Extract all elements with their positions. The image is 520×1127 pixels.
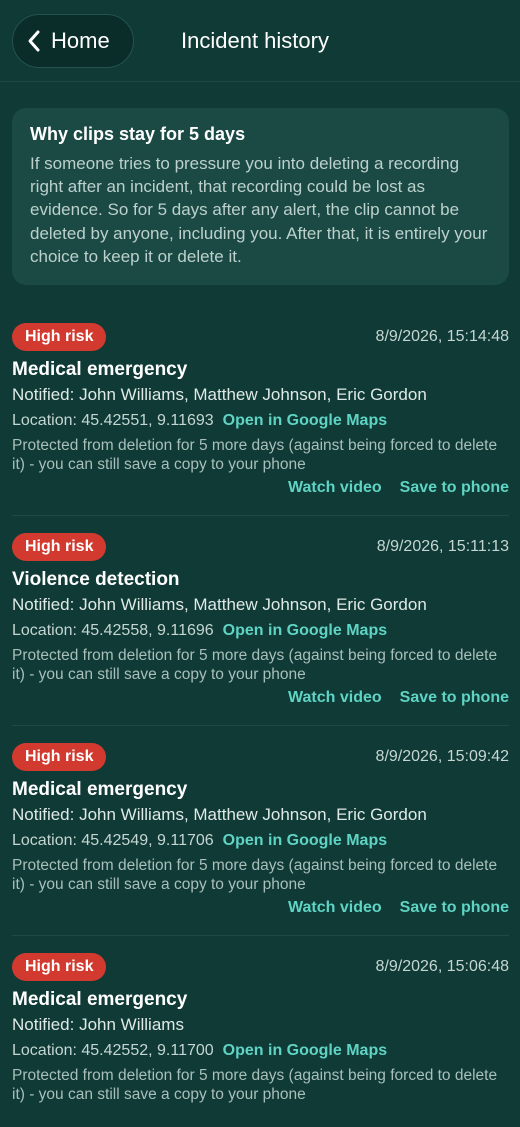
incident-location: Location: 45.42551, 9.11693 Open in Googl… <box>12 412 387 430</box>
page-title: Incident history <box>181 28 329 53</box>
incident-title: Violence detection <box>12 569 180 590</box>
open-in-maps-link[interactable]: Open in Google Maps <box>223 1042 387 1059</box>
incident-location: Location: 45.42552, 9.11700 Open in Googl… <box>12 1042 387 1060</box>
incident-location: Location: 45.42558, 9.11696 Open in Googl… <box>12 622 387 640</box>
incident-actions: Watch video Save to phone <box>288 689 509 707</box>
incident-timestamp: 8/9/2026, 15:14:48 <box>375 328 509 345</box>
location-text: Location: 45.42558, 9.11696 <box>12 622 214 639</box>
location-text: Location: 45.42551, 9.11693 <box>12 412 214 429</box>
incident-title: Medical emergency <box>12 779 188 800</box>
protection-note: Protected from deletion for 5 more days … <box>12 437 498 473</box>
watch-video-button[interactable]: Watch video <box>288 689 382 706</box>
incident-actions: Watch video Save to phone <box>288 899 509 917</box>
save-to-phone-button[interactable]: Save to phone <box>400 479 509 496</box>
incident-location: Location: 45.42549, 9.11706 Open in Googl… <box>12 832 387 850</box>
incident-title: Medical emergency <box>12 989 188 1010</box>
open-in-maps-link[interactable]: Open in Google Maps <box>223 412 387 429</box>
risk-badge: High risk <box>12 953 107 981</box>
watch-video-button[interactable]: Watch video <box>288 899 382 916</box>
incident-timestamp: 8/9/2026, 15:06:48 <box>375 958 509 975</box>
location-text: Location: 45.42549, 9.11706 <box>12 832 214 849</box>
incident-actions: Watch video Save to phone <box>288 479 509 497</box>
home-label: Home <box>51 28 110 53</box>
divider <box>12 515 509 516</box>
home-back-button[interactable]: Home <box>12 14 134 68</box>
incident-title: Medical emergency <box>12 359 188 380</box>
protection-note: Protected from deletion for 5 more days … <box>12 857 498 893</box>
watch-video-button[interactable]: Watch video <box>288 479 382 496</box>
incident-timestamp: 8/9/2026, 15:09:42 <box>375 748 509 765</box>
app-header: Home Incident history <box>0 0 520 82</box>
divider <box>12 935 509 936</box>
save-to-phone-button[interactable]: Save to phone <box>400 899 509 916</box>
risk-badge: High risk <box>12 323 107 351</box>
divider <box>12 725 509 726</box>
incident-notified: Notified: John Williams, Matthew Johnson… <box>12 805 427 824</box>
open-in-maps-link[interactable]: Open in Google Maps <box>223 832 387 849</box>
risk-badge: High risk <box>12 533 107 561</box>
location-text: Location: 45.42552, 9.11700 <box>12 1042 214 1059</box>
protection-note: Protected from deletion for 5 more days … <box>12 647 498 683</box>
info-card: Why clips stay for 5 days If someone tri… <box>12 108 509 285</box>
protection-note: Protected from deletion for 5 more days … <box>12 1067 498 1103</box>
incident-timestamp: 8/9/2026, 15:11:13 <box>376 538 509 555</box>
save-to-phone-button[interactable]: Save to phone <box>400 689 509 706</box>
risk-badge: High risk <box>12 743 107 771</box>
info-title: Why clips stay for 5 days <box>30 124 246 144</box>
incident-notified: Notified: John Williams <box>12 1015 184 1034</box>
info-body: If someone tries to pressure you into de… <box>30 154 488 266</box>
chevron-left-icon <box>27 29 41 53</box>
open-in-maps-link[interactable]: Open in Google Maps <box>223 622 387 639</box>
incident-notified: Notified: John Williams, Matthew Johnson… <box>12 595 427 614</box>
incident-notified: Notified: John Williams, Matthew Johnson… <box>12 385 427 404</box>
